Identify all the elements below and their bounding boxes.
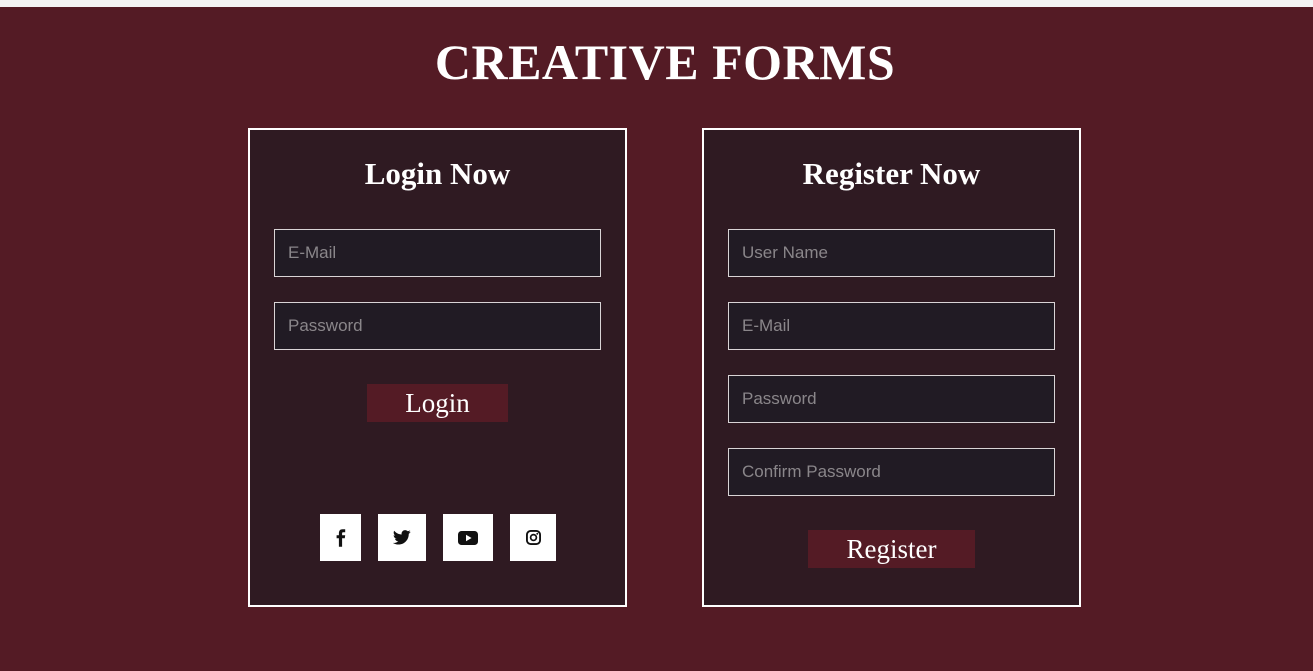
register-username-input[interactable] [728,229,1055,277]
youtube-icon [458,530,478,545]
register-email-input[interactable] [728,302,1055,350]
register-button[interactable]: Register [808,530,975,568]
register-card: Register Now Register [702,128,1081,607]
login-card: Login Now Login [248,128,627,607]
twitter-icon [393,530,411,545]
page-title: CREATIVE FORMS [434,34,896,90]
twitter-button[interactable] [378,514,426,561]
register-password-input[interactable] [728,375,1055,423]
login-email-input[interactable] [274,229,601,277]
facebook-icon [335,528,347,547]
youtube-button[interactable] [443,514,493,561]
instagram-icon [525,530,541,545]
register-confirm-password-input[interactable] [728,448,1055,496]
login-title: Login Now [364,156,511,191]
register-title: Register Now [802,156,981,191]
facebook-button[interactable] [320,514,361,561]
instagram-button[interactable] [510,514,556,561]
login-button[interactable]: Login [367,384,508,422]
top-strip [0,0,1313,7]
social-links [250,514,625,562]
login-password-input[interactable] [274,302,601,350]
